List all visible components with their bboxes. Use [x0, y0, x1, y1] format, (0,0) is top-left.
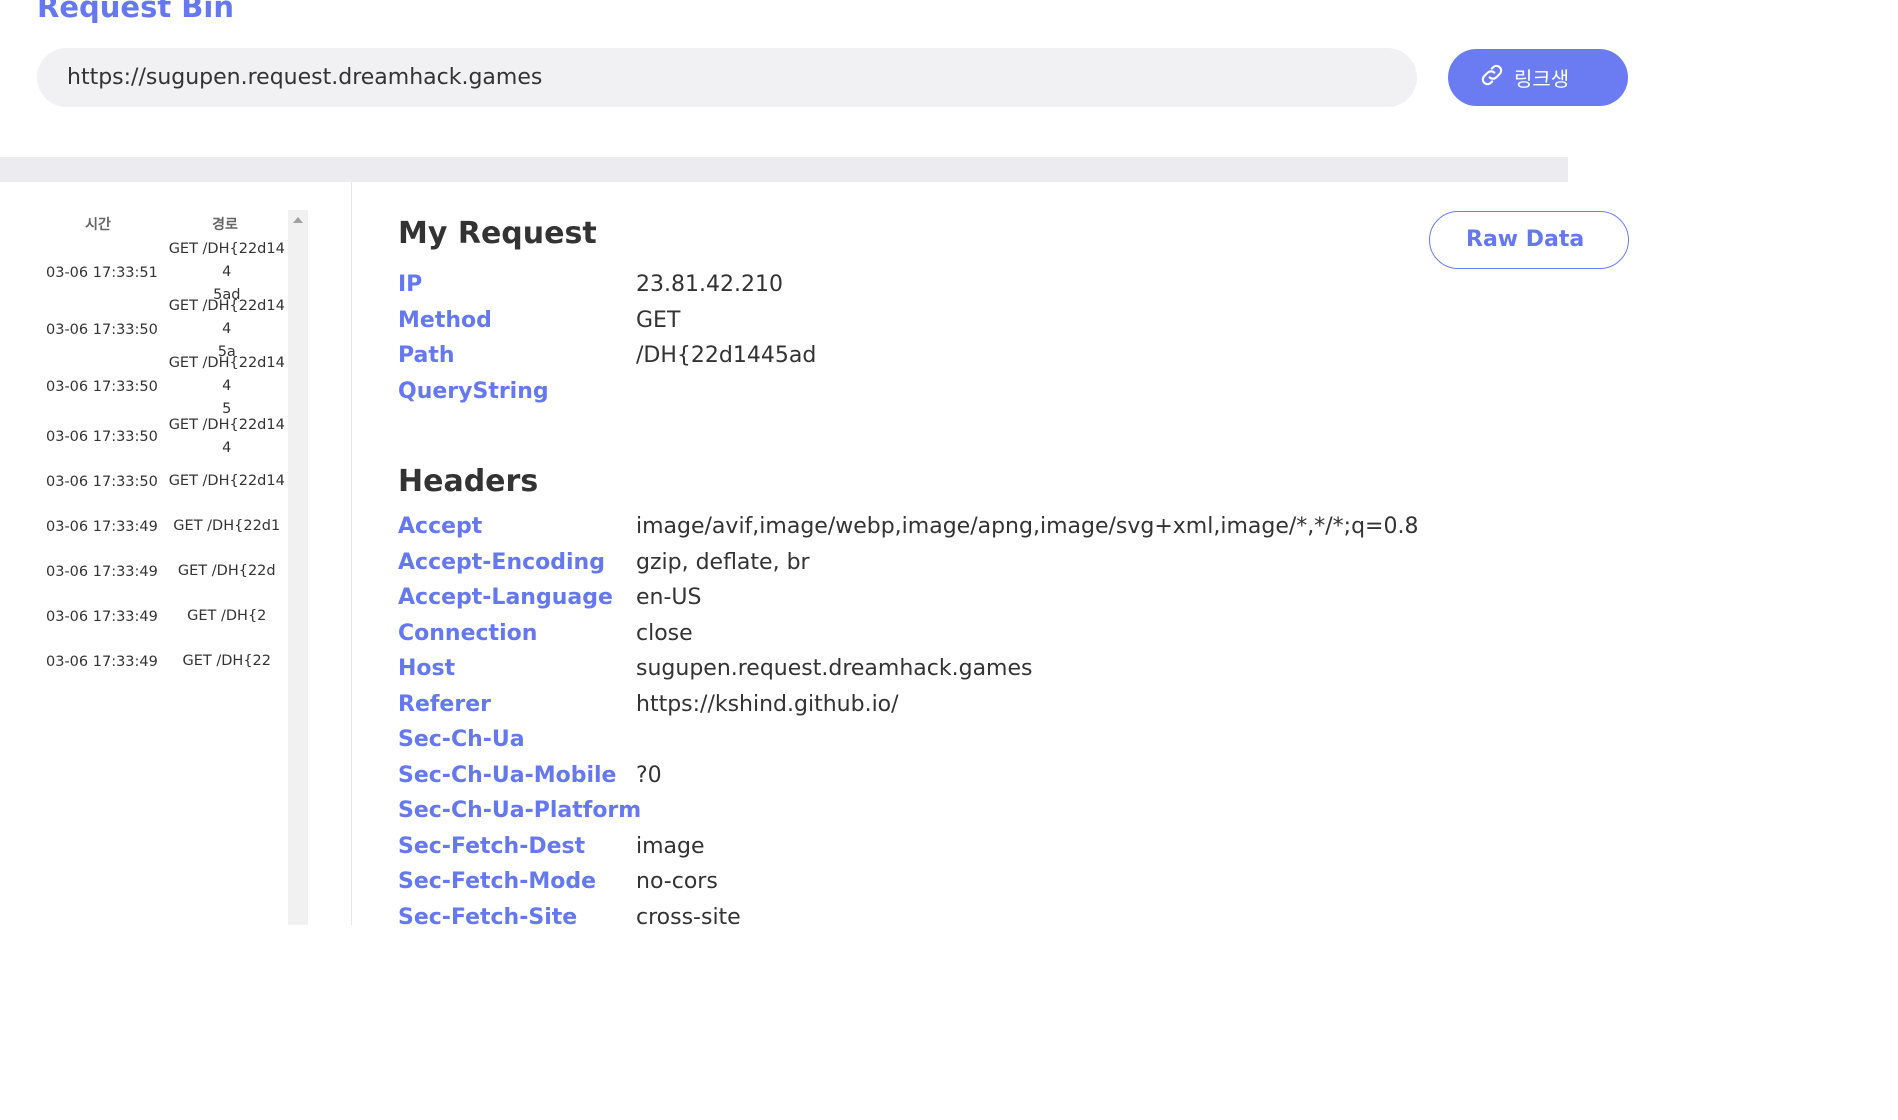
field-value: image: [636, 833, 705, 859]
field-value: GET: [636, 307, 681, 333]
request-list: 03-06 17:33:51 GET /DH{22d144 5ad 03-06 17…: [38, 241, 288, 684]
field-key: Sec-Fetch-Site: [398, 904, 578, 930]
field-row: Sec-Ch-Ua-Platform: [398, 798, 1498, 834]
my-request-title: My Request: [398, 216, 597, 251]
field-value: ?0: [636, 762, 662, 788]
field-row: Sec-Ch-Ua: [398, 727, 1498, 763]
request-list-item[interactable]: 03-06 17:33:50 GET /DH{22d14: [38, 459, 288, 504]
request-time: 03-06 17:33:49: [46, 608, 158, 625]
request-list-item[interactable]: 03-06 17:33:49 GET /DH{2: [38, 594, 288, 639]
copy-link-label: 링크생: [1514, 67, 1570, 91]
field-key: IP: [398, 272, 423, 297]
field-value: en-US: [636, 585, 702, 610]
raw-data-button[interactable]: Raw Data: [1429, 211, 1629, 269]
header-fields: Accept image/avif,image/webp,image/apng,i…: [398, 514, 1498, 940]
field-row: IP 23.81.42.210: [398, 272, 1498, 308]
field-value: cross-site: [636, 904, 741, 930]
field-row: Connection close: [398, 621, 1498, 657]
field-row: Host sugupen.request.dreamhack.games: [398, 656, 1498, 692]
field-row: Sec-Fetch-Dest image: [398, 834, 1498, 870]
field-row: Path/DH{22d1445ad: [398, 343, 1498, 379]
field-key: Referer: [398, 691, 491, 717]
request-list-panel: 시간 경로 03-06 17:33:51 GET /DH{22d144 5ad 03…: [0, 182, 352, 925]
field-value: /DH{22d1445ad: [636, 343, 817, 368]
request-time: 03-06 17:33:50: [46, 429, 158, 445]
field-key: Accept-Language: [398, 585, 613, 610]
request-path: GET /DH{2: [187, 608, 267, 624]
request-path: GET /DH{22d14: [168, 473, 285, 489]
field-key: Host: [398, 656, 456, 681]
request-url-field[interactable]: https://sugupen.request.dreamhack.games: [37, 48, 1417, 107]
field-row: Accept-Encoding gzip, deflate, br: [398, 550, 1498, 586]
divider-band: [0, 157, 1568, 182]
field-key: Method: [398, 307, 492, 333]
field-key: Accept: [398, 514, 483, 539]
field-row: Sec-Fetch-Site cross-site: [398, 905, 1498, 941]
field-value: close: [636, 620, 693, 646]
column-header-time: 시간: [85, 217, 111, 233]
request-path: GET /DH{22d1: [173, 518, 281, 534]
headers-title: Headers: [398, 464, 539, 499]
field-key: QueryString: [398, 378, 549, 404]
request-time: 03-06 17:33:49: [46, 518, 158, 535]
field-key: Sec-Fetch-Mode: [398, 869, 597, 894]
scroll-up-arrow-icon[interactable]: [293, 217, 303, 223]
field-key: Sec-Ch-Ua: [398, 727, 525, 752]
request-list-item[interactable]: 03-06 17:33:50 GET /DH{22d144 5: [38, 355, 288, 417]
request-time: 03-06 17:33:49: [46, 653, 158, 670]
copy-link-button[interactable]: 링크생: [1448, 49, 1628, 106]
app-title: Request Bin: [37, 0, 234, 24]
field-row: Accept image/avif,image/webp,image/apng,i…: [398, 514, 1498, 550]
field-row: QueryString: [398, 379, 1498, 415]
field-row: Sec-Ch-Ua-Mobile ?0: [398, 763, 1498, 799]
request-time: 03-06 17:33:50: [46, 378, 158, 395]
request-list-scrollbar[interactable]: [288, 210, 308, 925]
request-list-item[interactable]: 03-06 17:33:50 GET /DH{22d144: [38, 415, 288, 459]
field-value: image/avif,image/webp,image/apng,image/s…: [636, 514, 1419, 539]
request-time: 03-06 17:33:50: [46, 321, 158, 338]
request-list-item[interactable]: 03-06 17:33:51 GET /DH{22d144 5ad: [38, 241, 288, 303]
my-request-fields: IP 23.81.42.210 Method GET Path/DH{22d1445ad…: [398, 272, 1498, 414]
request-path: GET /DH{22d144 5: [168, 355, 285, 417]
request-time: 03-06 17:33:49: [46, 563, 158, 580]
field-value: gzip, deflate, br: [636, 549, 810, 575]
field-key: Sec-Ch-Ua-Mobile: [398, 762, 617, 788]
request-path: GET /DH{22: [182, 653, 272, 669]
field-key: Sec-Ch-Ua-Platform: [398, 798, 642, 823]
request-list-item[interactable]: 03-06 17:33:49 GET /DH{22d1: [38, 504, 288, 549]
field-row: Sec-Fetch-Mode no-cors: [398, 869, 1498, 905]
field-value: https://kshind.github.io/: [636, 691, 899, 717]
field-key: Connection: [398, 620, 538, 646]
request-time: 03-06 17:33:50: [46, 473, 158, 490]
field-key: Accept-Encoding: [398, 549, 605, 575]
field-value: sugupen.request.dreamhack.games: [636, 656, 1033, 681]
request-path: GET /DH{22d: [177, 563, 276, 579]
column-header-path: 경로: [212, 217, 238, 233]
field-value: no-cors: [636, 869, 718, 894]
field-row: Method GET: [398, 308, 1498, 344]
field-key: Path: [398, 343, 455, 368]
request-time: 03-06 17:33:51: [46, 264, 158, 281]
link-icon: [1478, 61, 1506, 94]
request-list-item[interactable]: 03-06 17:33:49 GET /DH{22d: [38, 549, 288, 594]
request-path: GET /DH{22d144: [168, 417, 285, 456]
field-row: Referer https://kshind.github.io/: [398, 692, 1498, 728]
field-value: 23.81.42.210: [636, 272, 783, 297]
field-row: Accept-Language en-US: [398, 585, 1498, 621]
request-list-item[interactable]: 03-06 17:33:49 GET /DH{22: [38, 639, 288, 684]
request-list-item[interactable]: 03-06 17:33:50 GET /DH{22d144 5a: [38, 298, 288, 360]
field-key: Sec-Fetch-Dest: [398, 833, 586, 859]
